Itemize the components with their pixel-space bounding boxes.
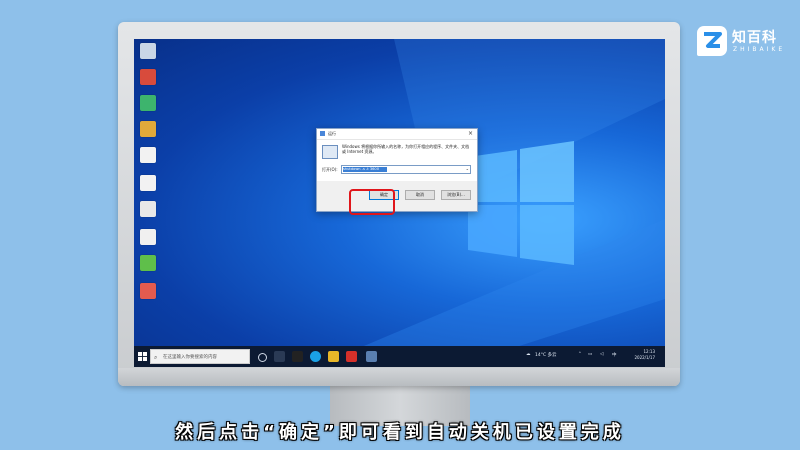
- taskbar-search-box[interactable]: ⌕ 在这里输入你要搜索的内容: [150, 349, 250, 364]
- desktop-icon-folder[interactable]: [140, 121, 156, 137]
- logo-subtitle: ZHIBAIKE: [733, 46, 786, 53]
- tray-expand-icon[interactable]: ⌃: [578, 352, 582, 357]
- weather-icon[interactable]: ☁: [526, 352, 531, 357]
- open-command-value[interactable]: shutdown -s -t 3600: [343, 167, 387, 172]
- open-command-input[interactable]: shutdown -s -t 3600 ⌄: [341, 165, 471, 174]
- desktop-icon-recycle-bin[interactable]: [140, 43, 156, 59]
- task-view-icon[interactable]: [274, 351, 285, 362]
- taskbar: ⌕ 在这里输入你要搜索的内容 ☁ 14°C 多云 ⌃ ▭ ◁ 中 12:13 2…: [134, 346, 665, 367]
- dialog-title: 运行: [328, 131, 336, 136]
- desktop-icon-file[interactable]: [140, 147, 156, 163]
- dialog-button-bar: 确定 取消 浏览(B)...: [317, 181, 477, 211]
- app-icon[interactable]: [292, 351, 303, 362]
- dialog-title-bar[interactable]: 运行 ×: [317, 129, 477, 140]
- open-label: 打开(O):: [322, 167, 338, 172]
- ok-button-highlight: [349, 189, 395, 215]
- cortana-icon[interactable]: [258, 353, 267, 362]
- taskbar-clock[interactable]: 12:13 2022/1/17: [634, 349, 655, 361]
- wps-icon[interactable]: [346, 351, 357, 362]
- search-icon: ⌕: [154, 354, 158, 361]
- cancel-button[interactable]: 取消: [405, 190, 435, 200]
- run-dialog: 运行 × Windows 将根据你所输入的名称，为你打开相应的程序、文件夹、文档…: [316, 128, 478, 212]
- desktop-icon-app[interactable]: [140, 95, 156, 111]
- monitor-chin: [118, 368, 680, 386]
- edge-browser-icon[interactable]: [310, 351, 321, 362]
- desktop-icon-file[interactable]: [140, 201, 156, 217]
- search-placeholder: 在这里输入你要搜索的内容: [163, 355, 217, 360]
- weather-text[interactable]: 14°C 多云: [535, 352, 557, 358]
- browse-button[interactable]: 浏览(B)...: [441, 190, 471, 200]
- desktop-icon-file[interactable]: [140, 229, 156, 245]
- zhibaike-logo: 知百科 ZHIBAIKE: [697, 26, 797, 66]
- desktop-icon-app[interactable]: [140, 283, 156, 299]
- ime-icon[interactable]: 中: [612, 352, 617, 358]
- run-taskbar-icon[interactable]: [366, 351, 377, 362]
- subtitle-caption: 然后点击“确定”即可看到自动关机已设置完成: [175, 422, 625, 443]
- desktop-icon-app[interactable]: [140, 69, 156, 85]
- network-icon[interactable]: ▭: [588, 352, 592, 357]
- clock-date: 2022/1/17: [634, 355, 655, 360]
- run-program-icon: [322, 145, 338, 159]
- close-icon[interactable]: ×: [468, 130, 473, 137]
- desktop-screen: 运行 × Windows 将根据你所输入的名称，为你打开相应的程序、文件夹、文档…: [134, 39, 665, 367]
- run-app-icon: [320, 131, 325, 136]
- desktop-icon-app[interactable]: [140, 255, 156, 271]
- windows-start-icon[interactable]: [138, 352, 147, 361]
- logo-name: 知百科: [732, 30, 777, 46]
- volume-icon[interactable]: ◁: [600, 352, 603, 357]
- file-explorer-icon[interactable]: [328, 351, 339, 362]
- dialog-description: Windows 将根据你所输入的名称，为你打开相应的程序、文件夹、文档或 Int…: [342, 144, 470, 154]
- chevron-down-icon[interactable]: ⌄: [466, 166, 469, 171]
- logo-z-icon: [697, 26, 727, 56]
- desktop-icon-file[interactable]: [140, 175, 156, 191]
